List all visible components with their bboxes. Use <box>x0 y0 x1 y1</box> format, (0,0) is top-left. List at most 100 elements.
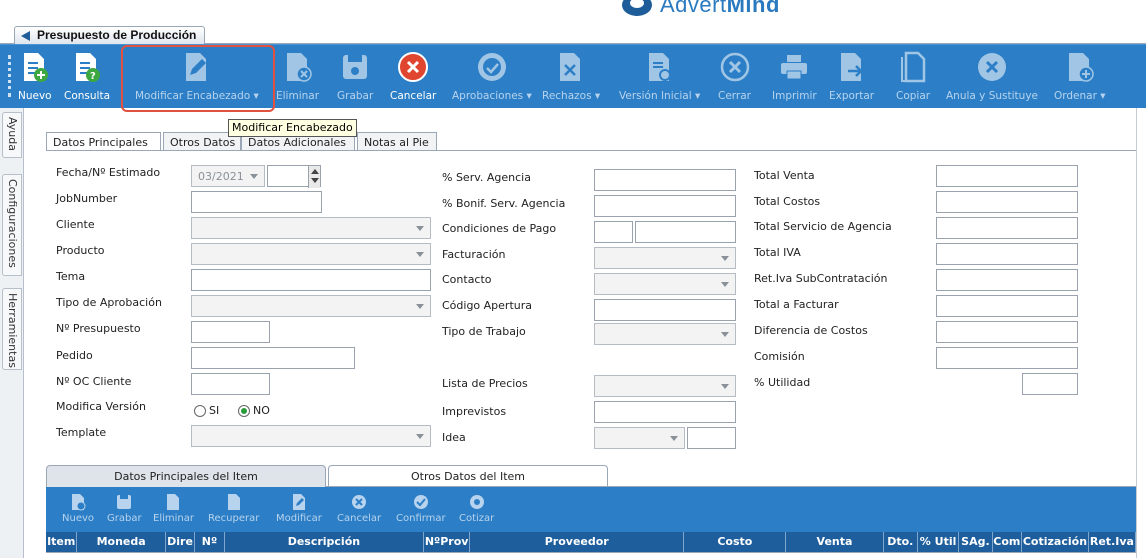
imprevistos-label: Imprevistos <box>442 405 507 418</box>
presupuesto-input[interactable] <box>191 321 270 343</box>
total-iva-input[interactable] <box>936 243 1078 265</box>
col-dto[interactable]: Dto. <box>884 532 918 552</box>
radio-si[interactable] <box>194 405 206 417</box>
col-com[interactable]: Com <box>993 532 1023 552</box>
col-ret-iva[interactable]: Ret.Iva <box>1089 532 1136 552</box>
col-proveedor[interactable]: Proveedor <box>470 532 685 552</box>
item-cancelar-button[interactable]: Cancelar <box>337 493 381 524</box>
radio-no[interactable] <box>238 405 250 417</box>
total-venta-input[interactable] <box>936 165 1078 187</box>
total-facturar-input[interactable] <box>936 295 1078 317</box>
highlight-box <box>121 45 275 112</box>
total-servicio-input[interactable] <box>936 217 1078 239</box>
side-tab-herramientas[interactable]: Herramientas <box>2 288 22 370</box>
cancel-x-icon <box>350 493 368 511</box>
idea-code-input[interactable] <box>687 427 736 449</box>
codigo-apertura-input[interactable] <box>594 299 736 321</box>
query-document-icon: ? <box>71 51 103 83</box>
comision-input[interactable] <box>936 347 1078 369</box>
jobnumber-input[interactable] <box>191 191 322 213</box>
condiciones-code-input[interactable] <box>594 221 633 243</box>
tipo-aprobacion-select[interactable] <box>191 295 431 317</box>
facturacion-select[interactable] <box>594 247 736 269</box>
side-tab-configuraciones[interactable]: Configuraciones <box>2 174 22 276</box>
col-numprov[interactable]: NºProv <box>424 532 471 552</box>
sort-document-icon <box>1064 51 1096 83</box>
ret-iva-input[interactable] <box>936 269 1078 291</box>
item-recuperar-button[interactable]: Recuperar <box>208 493 259 524</box>
col-venta[interactable]: Venta <box>786 532 884 552</box>
producto-select[interactable] <box>191 243 431 265</box>
col-dire[interactable]: Dire <box>166 532 196 552</box>
quote-icon <box>468 493 486 511</box>
cerrar-button[interactable]: Cerrar <box>718 51 751 105</box>
anula-sustituye-button[interactable]: Anula y Sustituye <box>946 51 1038 105</box>
toolbar-grip[interactable] <box>8 55 11 97</box>
item-confirmar-button[interactable]: Confirmar <box>396 493 446 524</box>
copy-icon <box>897 51 929 83</box>
condiciones-desc-input[interactable] <box>635 221 736 243</box>
tab-item-otros-datos[interactable]: Otros Datos del Item <box>328 465 608 487</box>
confirm-check-icon <box>412 493 430 511</box>
exportar-button[interactable]: Exportar <box>829 51 874 105</box>
copiar-button[interactable]: Copiar <box>896 51 930 105</box>
utilidad-label: % Utilidad <box>754 376 811 389</box>
rechazos-button[interactable]: Rechazos ▾ <box>542 51 600 105</box>
export-document-icon <box>836 51 868 83</box>
col-moneda[interactable]: Moneda <box>77 532 166 552</box>
cancelar-button[interactable]: Cancelar <box>390 51 436 105</box>
edit-item-icon <box>290 493 308 511</box>
idea-select[interactable] <box>594 427 685 449</box>
contacto-label: Contacto <box>442 273 492 286</box>
item-cotizar-button[interactable]: Cotizar <box>459 493 494 524</box>
diferencia-input[interactable] <box>936 321 1078 343</box>
imprevistos-input[interactable] <box>594 401 736 423</box>
item-grabar-button[interactable]: Grabar <box>107 493 142 524</box>
item-tabs: Datos Principales del Item Otros Datos d… <box>46 465 1136 487</box>
eliminar-button[interactable]: Eliminar <box>276 51 319 105</box>
version-inicial-button[interactable]: Versión Inicial ▾ <box>619 51 700 105</box>
imprimir-button[interactable]: Imprimir <box>772 51 817 105</box>
col-numero[interactable]: Nº <box>195 532 225 552</box>
consulta-button[interactable]: ? Consulta <box>64 51 110 105</box>
col-sag[interactable]: SAg. <box>959 532 993 552</box>
cliente-select[interactable] <box>191 217 431 239</box>
col-descripcion[interactable]: Descripción <box>225 532 425 552</box>
tab-notas-al-pie[interactable]: Notas al Pie <box>357 132 437 152</box>
document-tab-icon <box>21 31 30 41</box>
col-costo[interactable]: Costo <box>684 532 787 552</box>
lista-precios-select[interactable] <box>594 375 736 397</box>
bonif-input[interactable] <box>594 195 736 217</box>
col-util[interactable]: % Util <box>918 532 960 552</box>
template-select[interactable] <box>191 425 431 447</box>
col-item[interactable]: Item <box>46 532 78 552</box>
tipo-trabajo-select[interactable] <box>594 323 736 345</box>
aprobaciones-button[interactable]: Aprobaciones ▾ <box>452 51 532 105</box>
total-servicio-label: Total Servicio de Agencia <box>754 220 892 233</box>
utilidad-input[interactable] <box>1022 373 1078 395</box>
delete-item-icon <box>164 493 182 511</box>
item-modificar-button[interactable]: Modificar <box>276 493 322 524</box>
item-eliminar-button[interactable]: Eliminar <box>153 493 194 524</box>
item-nuevo-button[interactable]: Nuevo <box>62 493 94 524</box>
fecha-select[interactable]: 03/2021 <box>191 165 265 187</box>
serv-agencia-input[interactable] <box>594 169 736 191</box>
svg-text:?: ? <box>90 71 96 82</box>
tema-input[interactable] <box>191 269 431 291</box>
total-costos-input[interactable] <box>936 191 1078 213</box>
contacto-select[interactable] <box>594 273 736 295</box>
col-cotizacion[interactable]: Cotización <box>1022 532 1089 552</box>
oc-cliente-input[interactable] <box>191 373 270 395</box>
side-tab-ayuda[interactable]: Ayuda <box>2 112 22 158</box>
brand-header: AdvertMind <box>0 0 1146 24</box>
estimado-stepper[interactable] <box>267 165 321 188</box>
tab-item-datos-principales[interactable]: Datos Principales del Item <box>46 465 326 487</box>
table-row[interactable] <box>46 552 1136 558</box>
tab-presupuesto-produccion[interactable]: Presupuesto de Producción <box>14 26 206 44</box>
grabar-button[interactable]: Grabar <box>337 51 373 105</box>
ordenar-button[interactable]: Ordenar ▾ <box>1054 51 1106 105</box>
pedido-input[interactable] <box>191 347 355 369</box>
nuevo-button[interactable]: Nuevo <box>18 51 52 105</box>
presupuesto-label: Nº Presupuesto <box>56 322 141 335</box>
spinner-arrows-icon[interactable] <box>308 166 320 188</box>
